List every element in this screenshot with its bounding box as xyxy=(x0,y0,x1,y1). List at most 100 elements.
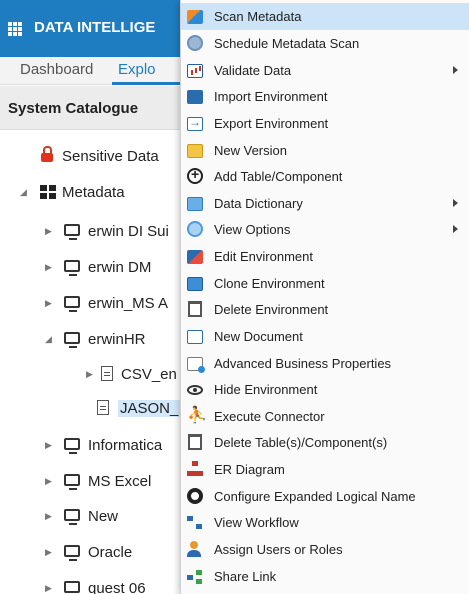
menu-item-scan-metadata[interactable]: Scan Metadata xyxy=(181,3,469,30)
tree-item-ms-excel[interactable]: ▶ MS Excel xyxy=(0,469,180,495)
tree-item-erwin-ms[interactable]: ▶ erwin_MS A xyxy=(0,291,180,317)
tree-item-metadata[interactable]: ◢ Metadata xyxy=(0,180,180,206)
menu-item-configure-expanded-logical-name[interactable]: Configure Expanded Logical Name xyxy=(181,483,469,510)
menu-item-edit-environment[interactable]: Edit Environment xyxy=(181,243,469,270)
tree-item-label: erwin DI Sui xyxy=(88,223,169,240)
main-tabs: Dashboard Explo xyxy=(0,57,182,85)
collapsed-arrow-icon[interactable]: ▶ xyxy=(45,440,52,451)
menu-item-add-table-component[interactable]: Add Table/Component xyxy=(181,163,469,190)
apps-grid-icon[interactable] xyxy=(8,22,22,36)
expanded-arrow-icon[interactable]: ◢ xyxy=(20,187,27,198)
plus-circle-icon xyxy=(187,166,205,186)
monitor-icon xyxy=(64,581,80,593)
menu-item-validate-data[interactable]: Validate Data xyxy=(181,57,469,84)
menu-item-label: Share Link xyxy=(214,569,277,584)
expanded-arrow-icon[interactable]: ◢ xyxy=(45,334,52,345)
catalogue-tree: Sensitive Data ◢ Metadata ▶ erwin DI Sui… xyxy=(0,130,180,594)
menu-item-view-options[interactable]: View Options xyxy=(181,216,469,243)
share-icon xyxy=(187,568,205,586)
document-icon xyxy=(101,366,113,381)
tree-item-label: Sensitive Data xyxy=(62,148,159,165)
menu-item-label: View Workflow xyxy=(214,515,299,530)
menu-item-share-link[interactable]: Share Link xyxy=(181,563,469,590)
book-icon xyxy=(187,195,205,213)
trash-icon xyxy=(187,434,205,452)
user-icon xyxy=(187,541,205,559)
menu-item-delete-tables-components[interactable]: Delete Table(s)/Component(s) xyxy=(181,429,469,456)
catalogue-title: System Catalogue xyxy=(8,100,139,117)
active-tab-indicator xyxy=(112,82,182,85)
context-menu: Scan Metadata Schedule Metadata Scan Val… xyxy=(180,0,469,594)
tree-item-new[interactable]: ▶ New xyxy=(0,504,180,530)
tree-item-csv[interactable]: ▶ CSV_en xyxy=(0,362,180,388)
menu-item-label: Configure Expanded Logical Name xyxy=(214,489,416,504)
collapsed-arrow-icon[interactable]: ▶ xyxy=(45,583,52,594)
menu-item-label: Import Environment xyxy=(214,89,328,104)
run-icon: ⛹ xyxy=(187,407,207,424)
collapsed-arrow-icon[interactable]: ▶ xyxy=(45,226,52,237)
bar-chart-icon xyxy=(187,62,205,80)
menu-item-label: ER Diagram xyxy=(214,462,285,477)
collapsed-arrow-icon[interactable]: ▶ xyxy=(86,369,93,380)
monitor-icon xyxy=(64,224,80,240)
metadata-icon xyxy=(40,185,56,199)
tree-item-quest-06[interactable]: ▶ quest 06 xyxy=(0,576,180,594)
menu-item-data-dictionary[interactable]: Data Dictionary xyxy=(181,190,469,217)
collapsed-arrow-icon[interactable]: ▶ xyxy=(45,298,52,309)
menu-item-new-version[interactable]: New Version xyxy=(181,137,469,164)
menu-item-view-workflow[interactable]: View Workflow xyxy=(181,509,469,536)
collapsed-arrow-icon[interactable]: ▶ xyxy=(45,262,52,273)
tab-dashboard[interactable]: Dashboard xyxy=(20,61,93,78)
tree-item-erwinhr[interactable]: ◢ erwinHR xyxy=(0,327,180,353)
menu-item-execute-connector[interactable]: ⛹ Execute Connector xyxy=(181,403,469,430)
submenu-arrow-icon xyxy=(453,225,458,233)
menu-item-import-environment[interactable]: Import Environment xyxy=(181,83,469,110)
tree-item-label: CSV_en xyxy=(121,366,177,383)
menu-item-new-document[interactable]: New Document xyxy=(181,323,469,350)
menu-item-label: Assign Users or Roles xyxy=(214,542,343,557)
tree-item-label: erwin DM xyxy=(88,259,152,276)
eye-icon xyxy=(187,381,205,399)
menu-item-label: Validate Data xyxy=(214,63,292,78)
menu-item-delete-environment[interactable]: Delete Environment xyxy=(181,296,469,323)
menu-item-schedule-metadata-scan[interactable]: Schedule Metadata Scan xyxy=(181,30,469,57)
tree-item-sensitive-data[interactable]: Sensitive Data xyxy=(0,144,180,170)
menu-item-assign-users-or-roles[interactable]: Assign Users or Roles xyxy=(181,536,469,563)
menu-item-label: Add Table/Component xyxy=(214,169,343,184)
menu-item-hide-environment[interactable]: Hide Environment xyxy=(181,376,469,403)
collapsed-arrow-icon[interactable]: ▶ xyxy=(45,511,52,522)
menu-item-export-environment[interactable]: Export Environment xyxy=(181,110,469,137)
menu-item-label: New Version xyxy=(214,143,287,158)
tree-item-erwin-dm[interactable]: ▶ erwin DM xyxy=(0,255,180,281)
monitor-icon xyxy=(64,545,80,561)
tree-item-erwin-di-suite[interactable]: ▶ erwin DI Sui xyxy=(0,219,180,245)
view-options-icon xyxy=(187,221,205,239)
menu-item-label: Execute Connector xyxy=(214,409,325,424)
tree-item-label: Metadata xyxy=(62,184,125,201)
tree-item-informatica[interactable]: ▶ Informatica xyxy=(0,433,180,459)
menu-item-label: Edit Environment xyxy=(214,249,313,264)
menu-item-er-diagram[interactable]: ER Diagram xyxy=(181,456,469,483)
er-diagram-icon xyxy=(187,461,205,479)
collapsed-arrow-icon[interactable]: ▶ xyxy=(45,476,52,487)
tree-item-label: quest 06 xyxy=(88,580,146,594)
clock-icon xyxy=(187,35,205,53)
monitor-icon xyxy=(64,474,80,490)
tree-item-oracle[interactable]: ▶ Oracle xyxy=(0,540,180,566)
menu-item-label: Data Dictionary xyxy=(214,196,303,211)
menu-item-label: Clone Environment xyxy=(214,276,325,291)
scan-metadata-icon xyxy=(187,8,205,26)
tree-item-jason[interactable]: JASON_ xyxy=(0,396,180,422)
monitor-icon xyxy=(64,260,80,276)
tab-explore[interactable]: Explo xyxy=(118,61,156,78)
catalogue-header: System Catalogue xyxy=(0,86,180,130)
menu-item-label: Scan Metadata xyxy=(214,9,302,24)
clone-icon xyxy=(187,275,205,293)
collapsed-arrow-icon[interactable]: ▶ xyxy=(45,547,52,558)
menu-item-advanced-business-properties[interactable]: Advanced Business Properties xyxy=(181,350,469,377)
tree-item-label: Informatica xyxy=(88,437,163,454)
new-document-icon xyxy=(187,328,205,346)
document-icon xyxy=(97,400,109,415)
menu-item-clone-environment[interactable]: Clone Environment xyxy=(181,270,469,297)
tree-item-label: MS Excel xyxy=(88,473,152,490)
